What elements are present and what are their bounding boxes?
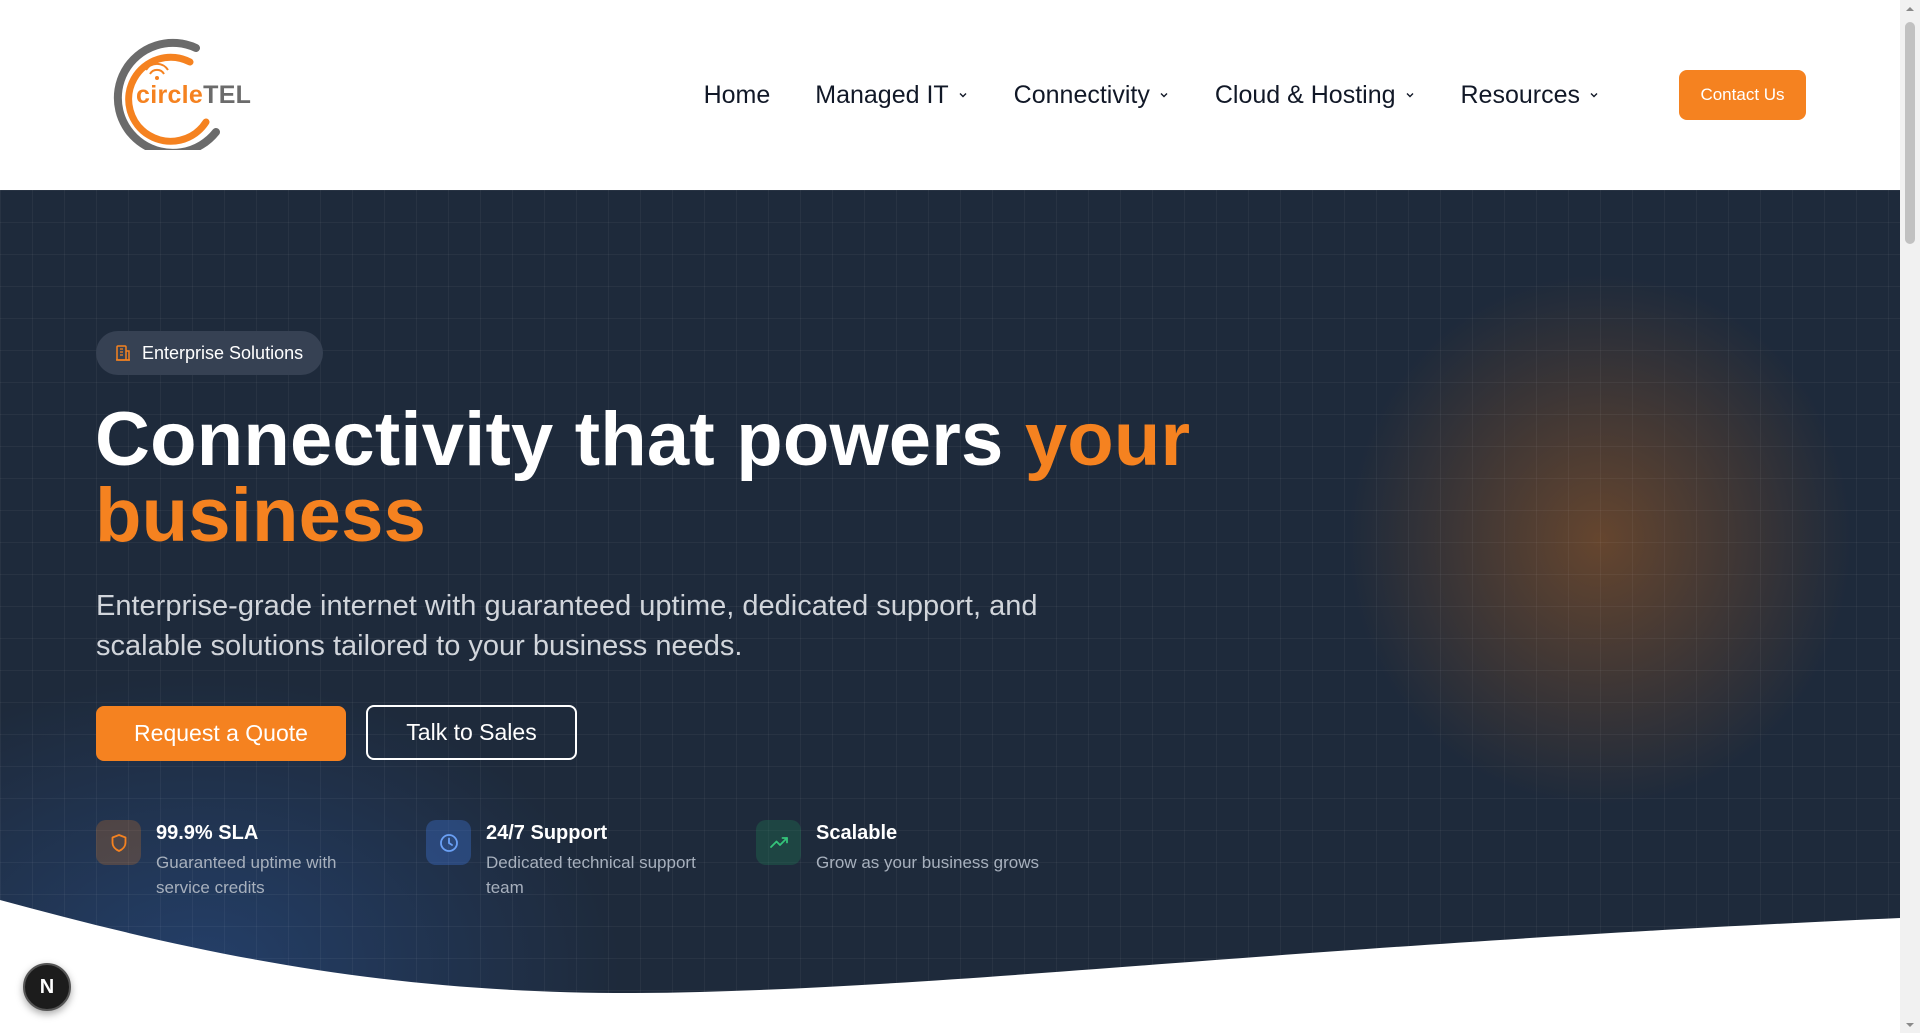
- hero-headline: Connectivity that powers your business: [95, 402, 1295, 554]
- nav-label: Home: [703, 80, 771, 109]
- site-header: circleTEL Home Managed IT Connectivity C…: [0, 0, 1900, 190]
- chevron-down-icon: [1404, 89, 1416, 101]
- page-scrollbar[interactable]: [1900, 0, 1920, 1033]
- scroll-down-arrow-icon[interactable]: [1900, 1016, 1920, 1033]
- hero-wave-divider: [0, 900, 1900, 1033]
- shield-icon: [96, 820, 141, 865]
- logo-wordmark: circleTEL: [136, 81, 252, 109]
- nav-label: Resources: [1460, 80, 1581, 109]
- request-quote-button[interactable]: Request a Quote: [96, 706, 346, 761]
- nav-label: Connectivity: [1013, 80, 1150, 109]
- contact-us-button[interactable]: Contact Us: [1679, 70, 1806, 120]
- enterprise-solutions-badge: Enterprise Solutions: [96, 331, 324, 375]
- feature-list: 99.9% SLA Guaranteed uptime with service…: [96, 820, 1086, 900]
- nav-label: Managed IT: [815, 80, 949, 109]
- chevron-down-icon: [957, 89, 969, 101]
- scrollbar-thumb[interactable]: [1905, 22, 1915, 244]
- feature-scalable: Scalable Grow as your business grows: [756, 820, 1086, 900]
- talk-to-sales-button[interactable]: Talk to Sales: [366, 705, 577, 760]
- main-nav: Home Managed IT Connectivity Cloud & Hos…: [704, 78, 1600, 112]
- scroll-up-arrow-icon[interactable]: [1900, 0, 1920, 17]
- feature-support: 24/7 Support Dedicated technical support…: [426, 820, 756, 900]
- feature-description: Dedicated technical support team: [486, 853, 696, 897]
- building-icon: [116, 345, 130, 361]
- nav-item-connectivity[interactable]: Connectivity: [1014, 81, 1170, 110]
- badge-label: Enterprise Solutions: [142, 342, 304, 363]
- circletel-logo[interactable]: circleTEL: [98, 36, 252, 157]
- dev-tools-label: N: [39, 975, 55, 998]
- trending-up-icon: [756, 820, 801, 865]
- feature-title: Scalable: [816, 822, 898, 844]
- nav-item-cloud-hosting[interactable]: Cloud & Hosting: [1215, 81, 1416, 110]
- nav-label: Cloud & Hosting: [1214, 80, 1396, 109]
- feature-description: Guaranteed uptime with service credits: [156, 853, 337, 897]
- dev-tools-button[interactable]: N: [23, 963, 71, 1011]
- feature-description: Grow as your business grows: [816, 853, 1039, 872]
- nav-item-resources[interactable]: Resources: [1461, 81, 1601, 110]
- chevron-down-icon: [1588, 89, 1600, 101]
- hero-subheadline: Enterprise-grade internet with guarantee…: [96, 590, 1038, 662]
- headline-main: Connectivity that powers: [95, 397, 1025, 482]
- nav-item-managed-it[interactable]: Managed IT: [815, 81, 968, 110]
- chevron-down-icon: [1158, 89, 1170, 101]
- clock-icon: [426, 820, 471, 865]
- feature-title: 99.9% SLA: [156, 822, 259, 844]
- feature-sla: 99.9% SLA Guaranteed uptime with service…: [96, 820, 426, 900]
- nav-item-home[interactable]: Home: [704, 81, 771, 110]
- hero-section: Enterprise Solutions Connectivity that p…: [0, 190, 1900, 1033]
- feature-title: 24/7 Support: [486, 822, 608, 844]
